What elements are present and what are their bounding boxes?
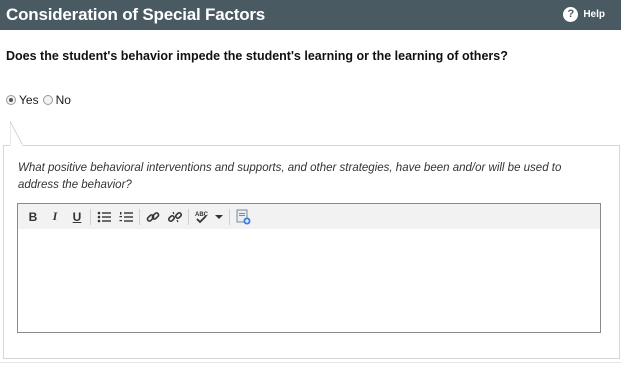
radio-no[interactable] (42, 95, 53, 105)
spellcheck-label: ABC (195, 212, 209, 218)
bold-icon[interactable]: B (24, 208, 42, 226)
paste-icon[interactable] (234, 208, 252, 226)
radio-no-label[interactable]: No (56, 93, 71, 107)
section-header: Consideration of Special Factors ? Help (0, 0, 621, 30)
callout-notch (10, 121, 24, 146)
italic-icon[interactable]: I (46, 208, 64, 226)
toolbar-separator (90, 208, 91, 225)
link-icon[interactable] (144, 208, 162, 226)
behavior-radio-group: Yes No (6, 93, 75, 107)
behavior-question: Does the student's behavior impede the s… (6, 49, 508, 63)
bulleted-list-icon[interactable] (95, 208, 113, 226)
editor-text-area[interactable] (18, 229, 600, 332)
help-button[interactable]: ? Help (563, 7, 605, 22)
underline-icon[interactable]: U (68, 208, 86, 226)
toolbar-separator (188, 208, 189, 225)
unlink-icon[interactable] (166, 208, 184, 226)
bottom-divider (0, 362, 621, 363)
followup-prompt: What positive behavioral interventions a… (18, 162, 562, 191)
section-title: Consideration of Special Factors (6, 5, 266, 24)
chevron-down-icon[interactable] (215, 208, 223, 226)
help-label: Help (583, 9, 605, 20)
spellcheck-icon[interactable]: ABC (193, 208, 211, 226)
toolbar-separator (139, 208, 140, 225)
radio-yes[interactable] (6, 95, 16, 105)
help-icon: ? (563, 7, 579, 22)
rich-text-editor: B I U ABC (17, 203, 601, 333)
numbered-list-icon[interactable] (117, 208, 135, 226)
toolbar-separator (229, 208, 230, 225)
editor-toolbar: B I U ABC (18, 204, 600, 229)
radio-yes-label[interactable]: Yes (19, 93, 39, 107)
